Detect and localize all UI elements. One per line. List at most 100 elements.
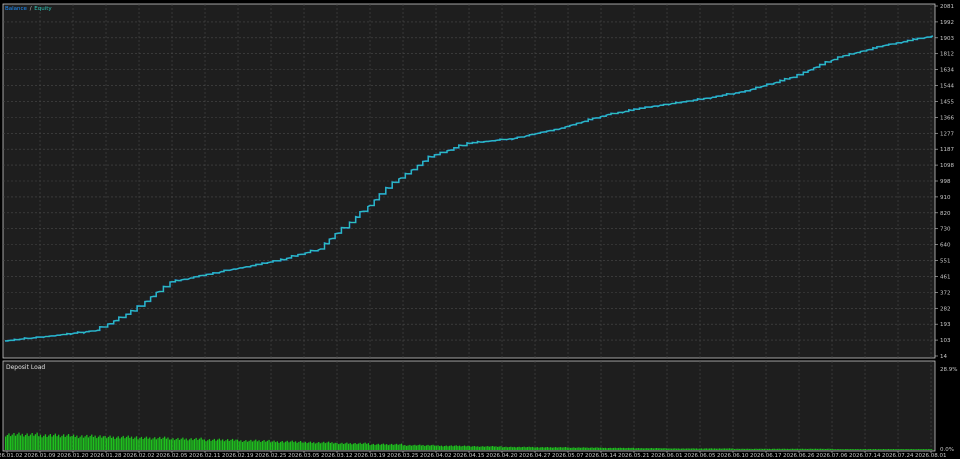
deposit-load-bar	[510, 446, 512, 450]
deposit-load-bar	[463, 445, 466, 450]
deposit-load-bar	[737, 448, 739, 450]
deposit-load-bar	[505, 446, 507, 450]
deposit-load-bar	[11, 434, 13, 450]
deposit-load-bar	[569, 447, 572, 450]
deposit-load-bar	[652, 448, 654, 450]
deposit-load-bar	[497, 446, 499, 450]
deposit-load-bar	[752, 449, 754, 450]
deposit-load-bar	[212, 439, 214, 450]
deposit-load-bar	[192, 440, 194, 450]
deposit-load-bar	[16, 434, 18, 450]
deposit-load-bar	[174, 440, 176, 450]
deposit-load-bar	[790, 448, 792, 450]
deposit-load-bar	[864, 449, 866, 450]
deposit-load-bar	[223, 441, 225, 450]
deposit-load-bar	[586, 447, 588, 450]
deposit-load-bar	[321, 442, 323, 450]
deposit-load-bar	[926, 449, 928, 450]
deposit-load-bar	[260, 442, 262, 450]
deposit-load-bar	[573, 447, 575, 450]
deposit-load-bar	[139, 438, 141, 450]
deposit-load-bar	[513, 446, 515, 450]
deposit-load-bar	[548, 447, 550, 450]
x-tick-label: 2026.01.28	[90, 453, 122, 459]
deposit-load-bar	[395, 443, 398, 450]
deposit-load-bar	[667, 448, 669, 450]
deposit-load-bar	[685, 448, 688, 450]
deposit-load-bar	[820, 448, 822, 450]
deposit-load-bar	[89, 436, 91, 450]
x-tick-label: 2026.05.07	[552, 453, 584, 459]
deposit-load-bar	[833, 449, 835, 450]
deposit-load-bar	[130, 436, 133, 450]
deposit-load-bar	[29, 434, 32, 450]
deposit-load-bar	[178, 439, 181, 450]
deposit-load-bar	[63, 434, 65, 450]
deposit-load-bar	[357, 443, 360, 450]
deposit-load-bar	[460, 446, 462, 450]
deposit-load-bar	[289, 441, 292, 450]
deposit-load-bar	[435, 445, 437, 450]
deposit-load-bar	[669, 448, 671, 450]
deposit-load-bar	[177, 437, 179, 450]
deposit-load-bar	[419, 444, 421, 450]
deposit-load-bar	[559, 447, 562, 450]
deposit-load-bar	[629, 448, 631, 450]
deposit-load-bar	[858, 449, 860, 450]
deposit-load-bar	[477, 446, 479, 450]
deposit-load-bar	[763, 448, 765, 450]
deposit-load-bar	[894, 449, 896, 450]
deposit-load-bar	[253, 440, 255, 450]
deposit-load-bar	[536, 447, 538, 450]
deposit-load-bar	[132, 438, 134, 450]
deposit-load-bar	[612, 447, 615, 450]
deposit-load-bar	[697, 448, 699, 450]
deposit-load-bar	[318, 442, 320, 450]
deposit-load-bar	[276, 441, 278, 450]
deposit-load-bar	[183, 439, 186, 450]
deposit-load-bar	[195, 437, 197, 450]
deposit-load-bar	[303, 442, 305, 450]
deposit-load-bar	[159, 436, 161, 450]
deposit-load-bar	[472, 446, 474, 450]
deposit-load-bar	[202, 439, 204, 450]
deposit-load-bar	[255, 439, 257, 450]
deposit-load-bar	[584, 447, 587, 450]
deposit-load-bar	[871, 449, 873, 450]
deposit-load-bar	[800, 448, 802, 450]
deposit-load-bar	[13, 433, 15, 450]
deposit-load-bar	[228, 440, 230, 450]
deposit-load-bar	[235, 439, 237, 450]
deposit-load-bar	[59, 437, 61, 450]
deposit-load-bar	[430, 445, 432, 450]
deposit-load-bar	[614, 447, 616, 450]
deposit-load-bar	[43, 435, 45, 450]
y-tick-label: 1098	[940, 163, 954, 169]
deposit-load-bar	[208, 439, 211, 450]
deposit-load-bar	[571, 447, 573, 450]
deposit-load-bar	[104, 435, 106, 450]
y-tick-label: 640	[940, 243, 951, 249]
deposit-load-bar	[140, 436, 143, 450]
deposit-load-bar	[608, 448, 610, 450]
deposit-load-bar	[516, 447, 519, 450]
deposit-load-bar	[213, 438, 215, 450]
deposit-load-bar	[425, 445, 428, 450]
deposit-load-bar	[795, 448, 797, 450]
deposit-load-bar	[639, 448, 641, 450]
deposit-load-bar	[672, 448, 674, 450]
deposit-load-bar	[96, 438, 98, 450]
deposit-load-bar	[346, 442, 348, 450]
deposit-load-bar	[530, 447, 532, 450]
deposit-load-bar	[193, 439, 196, 450]
y-tick-label: 820	[940, 211, 951, 217]
y-tick-label: 1544	[940, 84, 954, 90]
deposit-load-bar	[106, 438, 108, 450]
deposit-load-bar	[889, 449, 891, 450]
deposit-load-bar	[719, 448, 721, 450]
deposit-load-bar	[808, 448, 810, 450]
deposit-load-bar	[511, 447, 514, 450]
deposit-load-bar	[238, 441, 240, 450]
deposit-load-bar	[217, 439, 219, 450]
x-tick-label: 2026.02.25	[255, 453, 287, 459]
